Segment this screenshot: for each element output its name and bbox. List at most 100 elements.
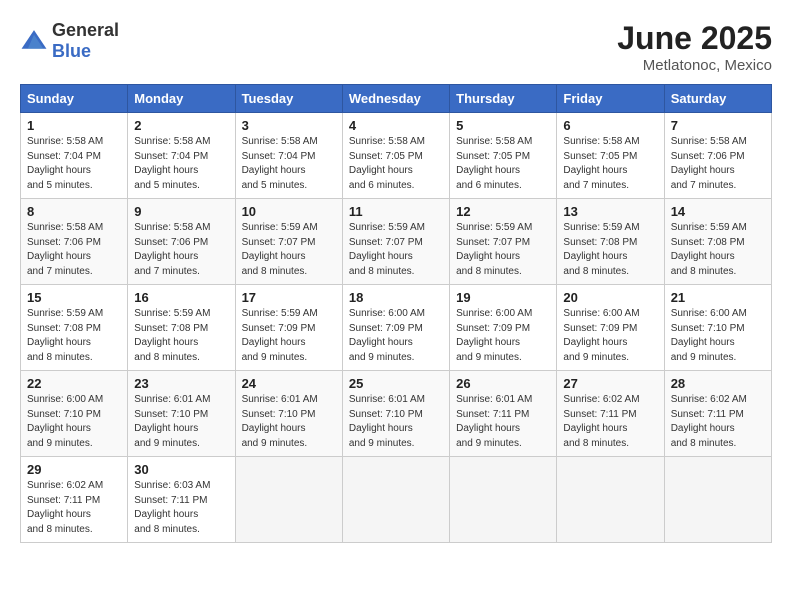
- day-number: 25: [349, 376, 443, 391]
- calendar-day-cell: [235, 457, 342, 543]
- day-number: 16: [134, 290, 228, 305]
- calendar-day-cell: 5 Sunrise: 5:58 AM Sunset: 7:05 PM Dayli…: [450, 113, 557, 199]
- calendar-week-row: 1 Sunrise: 5:58 AM Sunset: 7:04 PM Dayli…: [21, 113, 772, 199]
- day-info: Sunrise: 5:58 AM Sunset: 7:05 PM Dayligh…: [349, 135, 443, 193]
- day-number: 23: [134, 376, 228, 391]
- day-number: 13: [563, 204, 657, 219]
- calendar-header-row: SundayMondayTuesdayWednesdayThursdayFrid…: [21, 85, 772, 113]
- logo-icon: [20, 27, 48, 55]
- day-number: 19: [456, 290, 550, 305]
- calendar-week-row: 22 Sunrise: 6:00 AM Sunset: 7:10 PM Dayl…: [21, 371, 772, 457]
- day-info: Sunrise: 5:59 AM Sunset: 7:08 PM Dayligh…: [134, 307, 228, 365]
- calendar-day-cell: 25 Sunrise: 6:01 AM Sunset: 7:10 PM Dayl…: [342, 371, 449, 457]
- day-info: Sunrise: 5:58 AM Sunset: 7:06 PM Dayligh…: [671, 135, 765, 193]
- day-info: Sunrise: 6:02 AM Sunset: 7:11 PM Dayligh…: [27, 479, 121, 537]
- calendar-day-cell: 12 Sunrise: 5:59 AM Sunset: 7:07 PM Dayl…: [450, 199, 557, 285]
- calendar-day-cell: 1 Sunrise: 5:58 AM Sunset: 7:04 PM Dayli…: [21, 113, 128, 199]
- day-number: 21: [671, 290, 765, 305]
- day-info: Sunrise: 5:59 AM Sunset: 7:08 PM Dayligh…: [563, 221, 657, 279]
- weekday-header: Friday: [557, 85, 664, 113]
- day-info: Sunrise: 5:58 AM Sunset: 7:05 PM Dayligh…: [456, 135, 550, 193]
- calendar-day-cell: 3 Sunrise: 5:58 AM Sunset: 7:04 PM Dayli…: [235, 113, 342, 199]
- day-info: Sunrise: 5:59 AM Sunset: 7:07 PM Dayligh…: [349, 221, 443, 279]
- day-number: 18: [349, 290, 443, 305]
- calendar-day-cell: 21 Sunrise: 6:00 AM Sunset: 7:10 PM Dayl…: [664, 285, 771, 371]
- weekday-header: Sunday: [21, 85, 128, 113]
- logo: General Blue: [20, 20, 119, 62]
- day-number: 11: [349, 204, 443, 219]
- calendar-day-cell: 24 Sunrise: 6:01 AM Sunset: 7:10 PM Dayl…: [235, 371, 342, 457]
- logo-text: General Blue: [52, 20, 119, 62]
- day-info: Sunrise: 5:59 AM Sunset: 7:08 PM Dayligh…: [671, 221, 765, 279]
- day-info: Sunrise: 5:58 AM Sunset: 7:06 PM Dayligh…: [27, 221, 121, 279]
- calendar-day-cell: 4 Sunrise: 5:58 AM Sunset: 7:05 PM Dayli…: [342, 113, 449, 199]
- calendar-day-cell: 23 Sunrise: 6:01 AM Sunset: 7:10 PM Dayl…: [128, 371, 235, 457]
- day-number: 1: [27, 118, 121, 133]
- day-number: 2: [134, 118, 228, 133]
- calendar-day-cell: 7 Sunrise: 5:58 AM Sunset: 7:06 PM Dayli…: [664, 113, 771, 199]
- day-info: Sunrise: 6:00 AM Sunset: 7:09 PM Dayligh…: [349, 307, 443, 365]
- day-number: 24: [242, 376, 336, 391]
- day-number: 29: [27, 462, 121, 477]
- calendar-day-cell: 30 Sunrise: 6:03 AM Sunset: 7:11 PM Dayl…: [128, 457, 235, 543]
- calendar-day-cell: 10 Sunrise: 5:59 AM Sunset: 7:07 PM Dayl…: [235, 199, 342, 285]
- day-info: Sunrise: 6:02 AM Sunset: 7:11 PM Dayligh…: [671, 393, 765, 451]
- calendar-day-cell: 15 Sunrise: 5:59 AM Sunset: 7:08 PM Dayl…: [21, 285, 128, 371]
- day-info: Sunrise: 5:59 AM Sunset: 7:09 PM Dayligh…: [242, 307, 336, 365]
- calendar-day-cell: 18 Sunrise: 6:00 AM Sunset: 7:09 PM Dayl…: [342, 285, 449, 371]
- day-number: 26: [456, 376, 550, 391]
- day-info: Sunrise: 6:01 AM Sunset: 7:11 PM Dayligh…: [456, 393, 550, 451]
- calendar-day-cell: [557, 457, 664, 543]
- day-info: Sunrise: 5:58 AM Sunset: 7:04 PM Dayligh…: [134, 135, 228, 193]
- day-number: 12: [456, 204, 550, 219]
- calendar-day-cell: 2 Sunrise: 5:58 AM Sunset: 7:04 PM Dayli…: [128, 113, 235, 199]
- calendar-week-row: 15 Sunrise: 5:59 AM Sunset: 7:08 PM Dayl…: [21, 285, 772, 371]
- calendar-day-cell: [664, 457, 771, 543]
- day-info: Sunrise: 6:00 AM Sunset: 7:09 PM Dayligh…: [563, 307, 657, 365]
- page-header: General Blue June 2025 Metlatonoc, Mexic…: [20, 20, 772, 74]
- day-info: Sunrise: 5:58 AM Sunset: 7:06 PM Dayligh…: [134, 221, 228, 279]
- calendar-day-cell: 9 Sunrise: 5:58 AM Sunset: 7:06 PM Dayli…: [128, 199, 235, 285]
- day-info: Sunrise: 6:01 AM Sunset: 7:10 PM Dayligh…: [134, 393, 228, 451]
- logo-general: General: [52, 20, 119, 40]
- calendar-day-cell: 29 Sunrise: 6:02 AM Sunset: 7:11 PM Dayl…: [21, 457, 128, 543]
- weekday-header: Saturday: [664, 85, 771, 113]
- calendar-day-cell: [342, 457, 449, 543]
- calendar-day-cell: 14 Sunrise: 5:59 AM Sunset: 7:08 PM Dayl…: [664, 199, 771, 285]
- day-number: 27: [563, 376, 657, 391]
- calendar-day-cell: 19 Sunrise: 6:00 AM Sunset: 7:09 PM Dayl…: [450, 285, 557, 371]
- calendar-day-cell: 28 Sunrise: 6:02 AM Sunset: 7:11 PM Dayl…: [664, 371, 771, 457]
- weekday-header: Wednesday: [342, 85, 449, 113]
- day-number: 7: [671, 118, 765, 133]
- day-info: Sunrise: 5:58 AM Sunset: 7:05 PM Dayligh…: [563, 135, 657, 193]
- day-number: 28: [671, 376, 765, 391]
- day-number: 5: [456, 118, 550, 133]
- day-number: 20: [563, 290, 657, 305]
- calendar-day-cell: 20 Sunrise: 6:00 AM Sunset: 7:09 PM Dayl…: [557, 285, 664, 371]
- day-info: Sunrise: 5:58 AM Sunset: 7:04 PM Dayligh…: [242, 135, 336, 193]
- calendar-week-row: 8 Sunrise: 5:58 AM Sunset: 7:06 PM Dayli…: [21, 199, 772, 285]
- calendar-day-cell: [450, 457, 557, 543]
- day-info: Sunrise: 6:00 AM Sunset: 7:10 PM Dayligh…: [27, 393, 121, 451]
- weekday-header: Monday: [128, 85, 235, 113]
- day-info: Sunrise: 5:58 AM Sunset: 7:04 PM Dayligh…: [27, 135, 121, 193]
- calendar-day-cell: 22 Sunrise: 6:00 AM Sunset: 7:10 PM Dayl…: [21, 371, 128, 457]
- weekday-header: Tuesday: [235, 85, 342, 113]
- title-area: June 2025 Metlatonoc, Mexico: [617, 20, 772, 74]
- day-info: Sunrise: 6:01 AM Sunset: 7:10 PM Dayligh…: [349, 393, 443, 451]
- day-number: 3: [242, 118, 336, 133]
- calendar-day-cell: 8 Sunrise: 5:58 AM Sunset: 7:06 PM Dayli…: [21, 199, 128, 285]
- logo-blue: Blue: [52, 41, 91, 61]
- day-number: 10: [242, 204, 336, 219]
- calendar-day-cell: 13 Sunrise: 5:59 AM Sunset: 7:08 PM Dayl…: [557, 199, 664, 285]
- calendar-day-cell: 16 Sunrise: 5:59 AM Sunset: 7:08 PM Dayl…: [128, 285, 235, 371]
- day-info: Sunrise: 6:00 AM Sunset: 7:10 PM Dayligh…: [671, 307, 765, 365]
- day-number: 15: [27, 290, 121, 305]
- day-number: 30: [134, 462, 228, 477]
- day-number: 22: [27, 376, 121, 391]
- calendar-day-cell: 17 Sunrise: 5:59 AM Sunset: 7:09 PM Dayl…: [235, 285, 342, 371]
- day-info: Sunrise: 5:59 AM Sunset: 7:07 PM Dayligh…: [242, 221, 336, 279]
- calendar: SundayMondayTuesdayWednesdayThursdayFrid…: [20, 84, 772, 543]
- location-title: Metlatonoc, Mexico: [617, 57, 772, 74]
- calendar-day-cell: 26 Sunrise: 6:01 AM Sunset: 7:11 PM Dayl…: [450, 371, 557, 457]
